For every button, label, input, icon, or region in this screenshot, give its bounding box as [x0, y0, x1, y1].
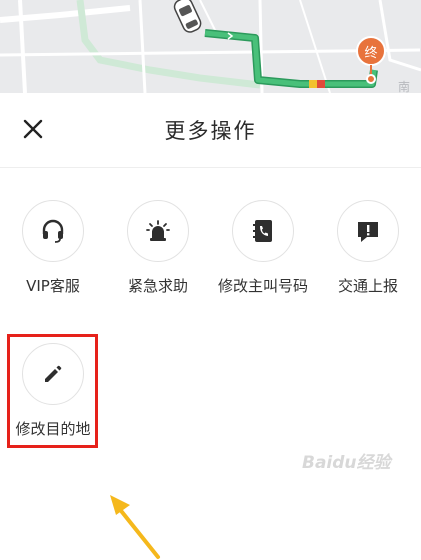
action-traffic-report[interactable]: 交通上报 — [316, 200, 420, 296]
action-label: 紧急求助 — [127, 277, 188, 295]
destination-marker: 终 — [356, 36, 388, 84]
sheet-header: 更多操作 — [0, 93, 421, 168]
pointer-arrow-icon — [110, 495, 160, 559]
phone-book-icon — [253, 220, 272, 242]
page-title: 更多操作 — [164, 119, 257, 143]
action-icon-circle — [22, 200, 84, 262]
action-label: 交通上报 — [337, 277, 398, 295]
action-vip-service[interactable]: VIP客服 — [1, 200, 105, 296]
report-icon — [358, 222, 378, 242]
headset-icon — [42, 219, 64, 243]
alarm-siren-icon — [146, 220, 170, 241]
action-icon-circle — [337, 200, 399, 262]
action-label: VIP客服 — [26, 277, 80, 295]
map-view[interactable]: 终 南 — [0, 0, 421, 93]
action-icon-circle — [232, 200, 294, 262]
more-actions-sheet: 更多操作 VIP客服 紧急求助 修改主叫号码 交通上报 修改目的地 — [0, 93, 421, 559]
action-modify-caller-number[interactable]: 修改主叫号码 — [211, 200, 315, 296]
highlight-box — [7, 334, 98, 448]
action-icon-circle — [127, 200, 189, 262]
watermark: Baidu经验 — [302, 453, 391, 473]
destination-pin-dot — [366, 74, 376, 84]
action-emergency-help[interactable]: 紧急求助 — [106, 200, 210, 296]
map-road-label: 南 — [398, 80, 411, 93]
action-label: 修改主叫号码 — [217, 277, 308, 295]
destination-pin-label: 终 — [356, 36, 386, 66]
